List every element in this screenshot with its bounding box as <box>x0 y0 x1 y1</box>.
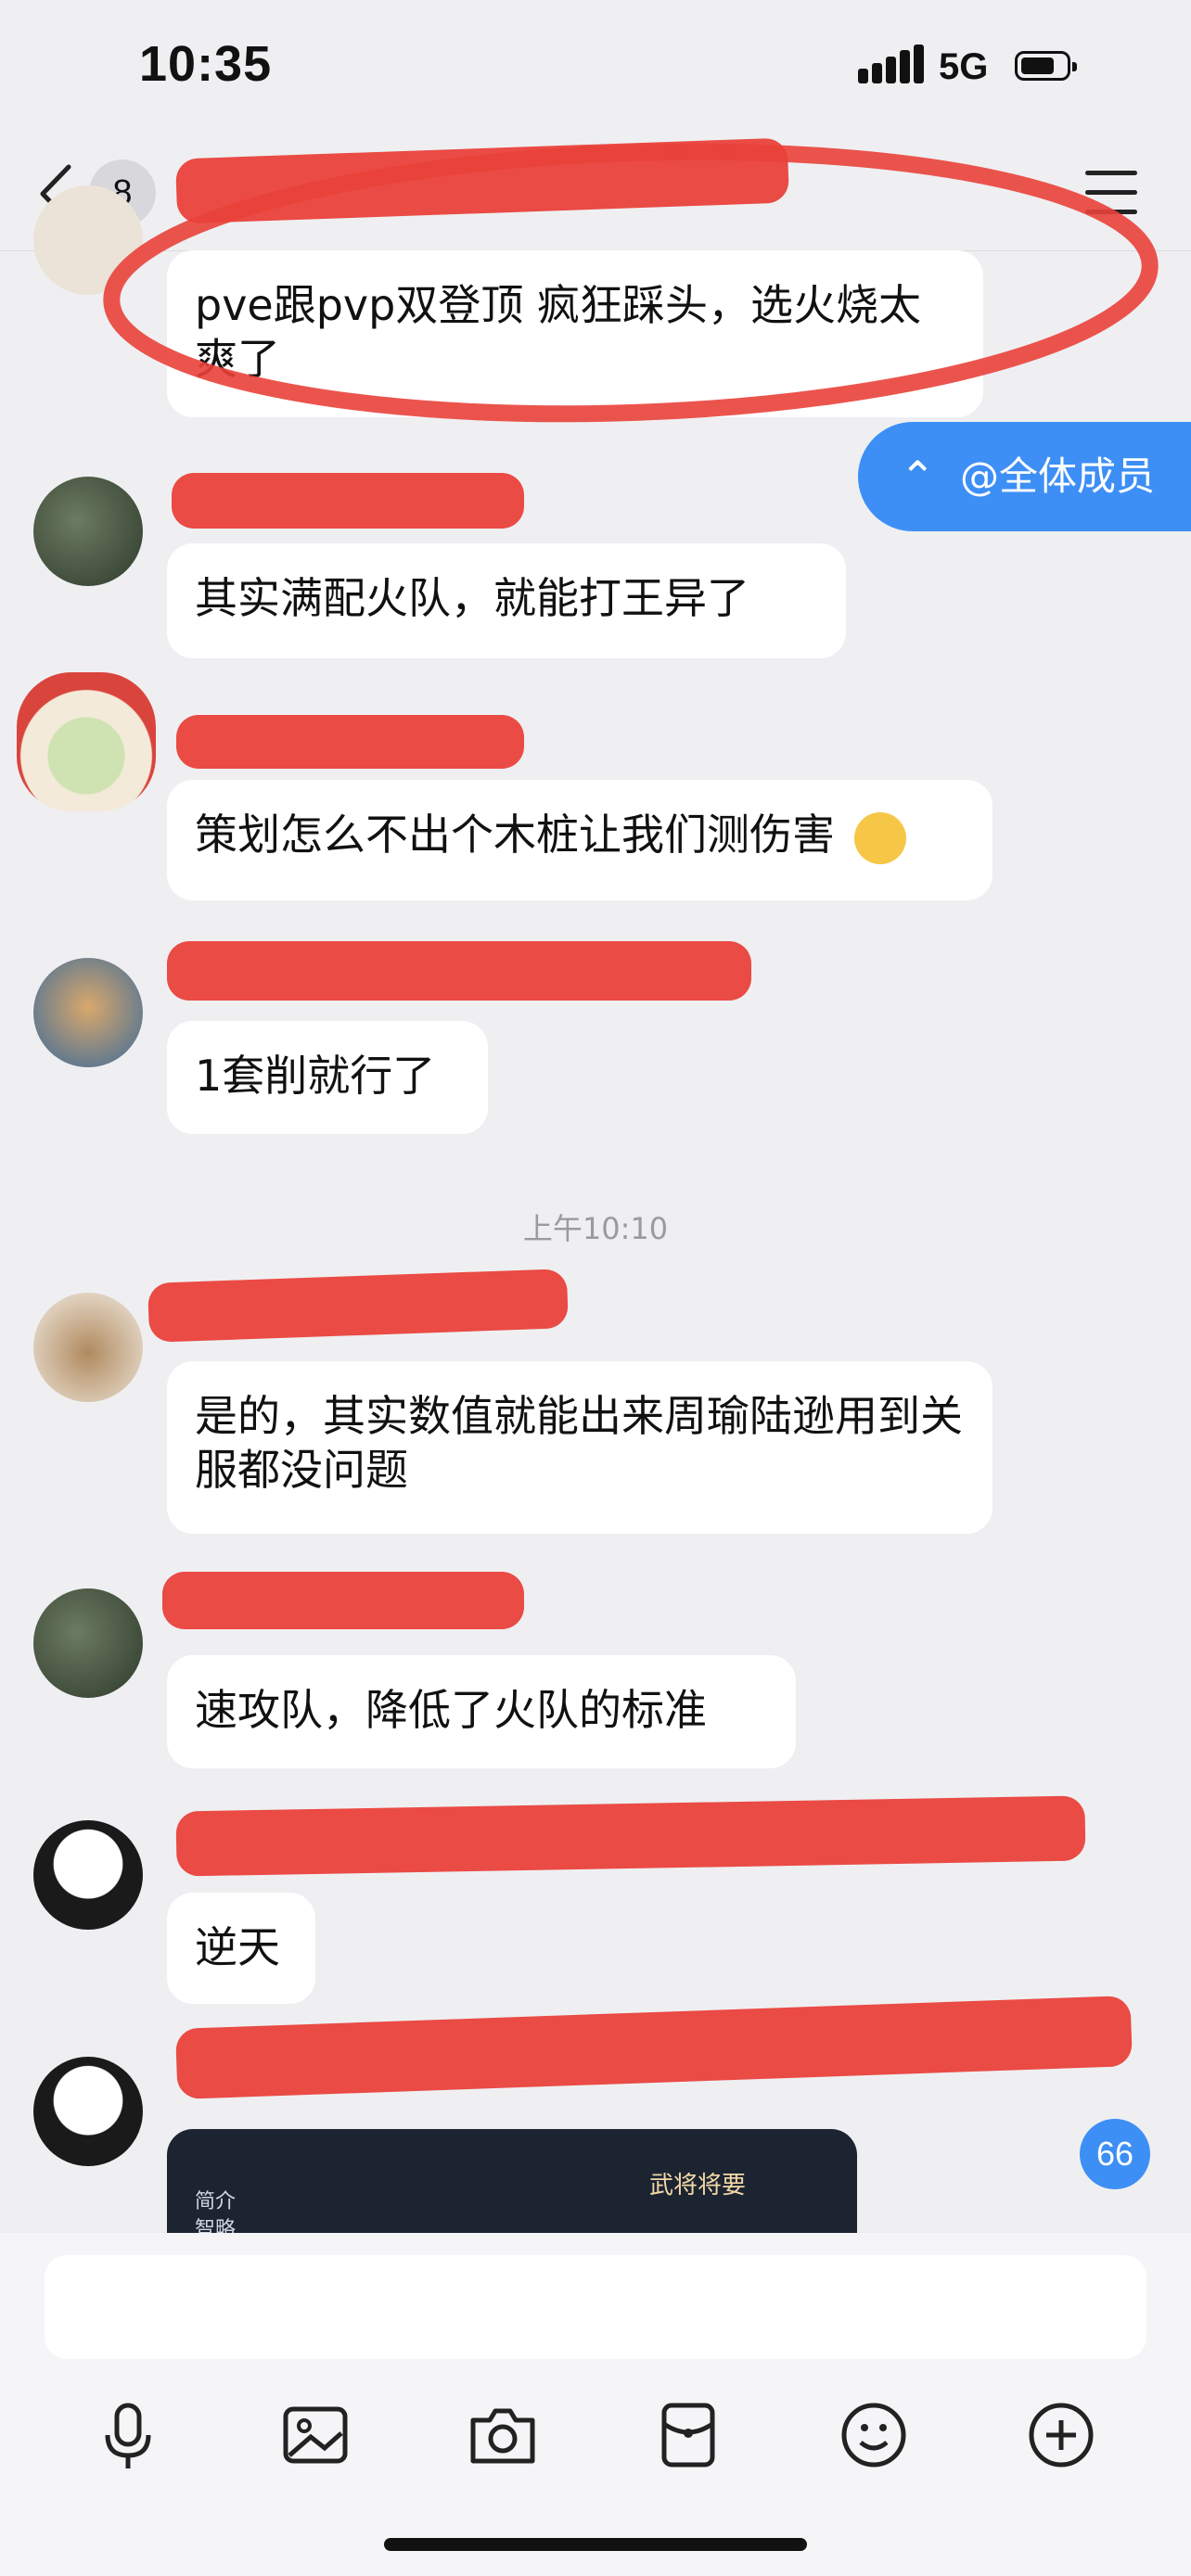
highlight-circle-annotation <box>103 143 1159 423</box>
chat-timestamp: 上午10:10 <box>522 1211 669 1246</box>
avatar[interactable] <box>33 477 143 586</box>
battery-icon <box>1015 51 1077 81</box>
redaction-mark <box>167 941 751 1001</box>
unread-count-badge[interactable]: 66 <box>1080 2119 1150 2189</box>
battery-level <box>1021 57 1054 74</box>
message-bubble[interactable]: 是的，其实数值就能出来周瑜陆逊用到关服都没问题 <box>167 1361 992 1534</box>
worried-emoji-icon <box>853 811 906 864</box>
message-bubble[interactable]: 1套削就行了 <box>167 1021 488 1134</box>
mention-all-button[interactable]: ⌃ @全体成员 <box>858 422 1191 531</box>
microphone-icon[interactable] <box>82 2389 174 2481</box>
message-text: 策划怎么不出个木桩让我们测伤害 <box>195 810 835 860</box>
network-type: 5G <box>939 46 989 87</box>
mention-all-label: @全体成员 <box>960 453 1156 499</box>
preview-title: 武将将要 <box>649 2172 747 2200</box>
message-bubble[interactable]: 逆天 <box>167 1893 315 2004</box>
message-input[interactable] <box>45 2255 1146 2359</box>
redaction-mark <box>162 1572 524 1629</box>
message-bubble[interactable]: 其实满配火队，就能打王异了 <box>167 543 846 658</box>
emoji-icon[interactable] <box>827 2389 920 2481</box>
redaction-mark <box>174 1996 1133 2099</box>
input-toolbar <box>0 2389 1191 2481</box>
plus-icon[interactable] <box>1015 2389 1108 2481</box>
input-panel <box>0 2233 1191 2576</box>
preview-tab: 智略 <box>195 2218 237 2233</box>
image-icon[interactable] <box>269 2389 362 2481</box>
message-text: 1套削就行了 <box>195 1051 436 1101</box>
double-chevron-up-icon: ⌃ <box>900 452 936 502</box>
avatar[interactable] <box>33 1588 143 1698</box>
image-message-preview[interactable]: 简介 智略 武将将要 <box>167 2129 857 2233</box>
message-text: 速攻队，降低了火队的标准 <box>195 1685 707 1735</box>
status-time: 10:35 <box>139 36 273 92</box>
avatar[interactable] <box>33 2057 143 2166</box>
avatar[interactable] <box>33 958 143 1067</box>
message-bubble[interactable]: 策划怎么不出个木桩让我们测伤害 <box>167 780 992 900</box>
redaction-mark <box>147 1269 569 1343</box>
signal-icon <box>858 45 924 83</box>
message-text: 其实满配火队，就能打王异了 <box>195 573 749 623</box>
message-text: 逆天 <box>195 1922 280 1972</box>
redaction-mark <box>175 1795 1086 1877</box>
avatar[interactable] <box>33 1293 143 1402</box>
red-packet-icon[interactable] <box>642 2389 735 2481</box>
message-text: 是的，其实数值就能出来周瑜陆逊用到关服都没问题 <box>195 1391 963 1495</box>
message-bubble[interactable]: 速攻队，降低了火队的标准 <box>167 1655 796 1768</box>
avatar[interactable] <box>17 672 156 811</box>
camera-icon[interactable] <box>456 2389 549 2481</box>
redaction-mark <box>172 473 524 529</box>
preview-tab: 简介 <box>195 2190 237 2213</box>
avatar[interactable] <box>33 1820 143 1930</box>
home-indicator[interactable] <box>384 2538 807 2551</box>
redaction-mark <box>176 715 524 769</box>
